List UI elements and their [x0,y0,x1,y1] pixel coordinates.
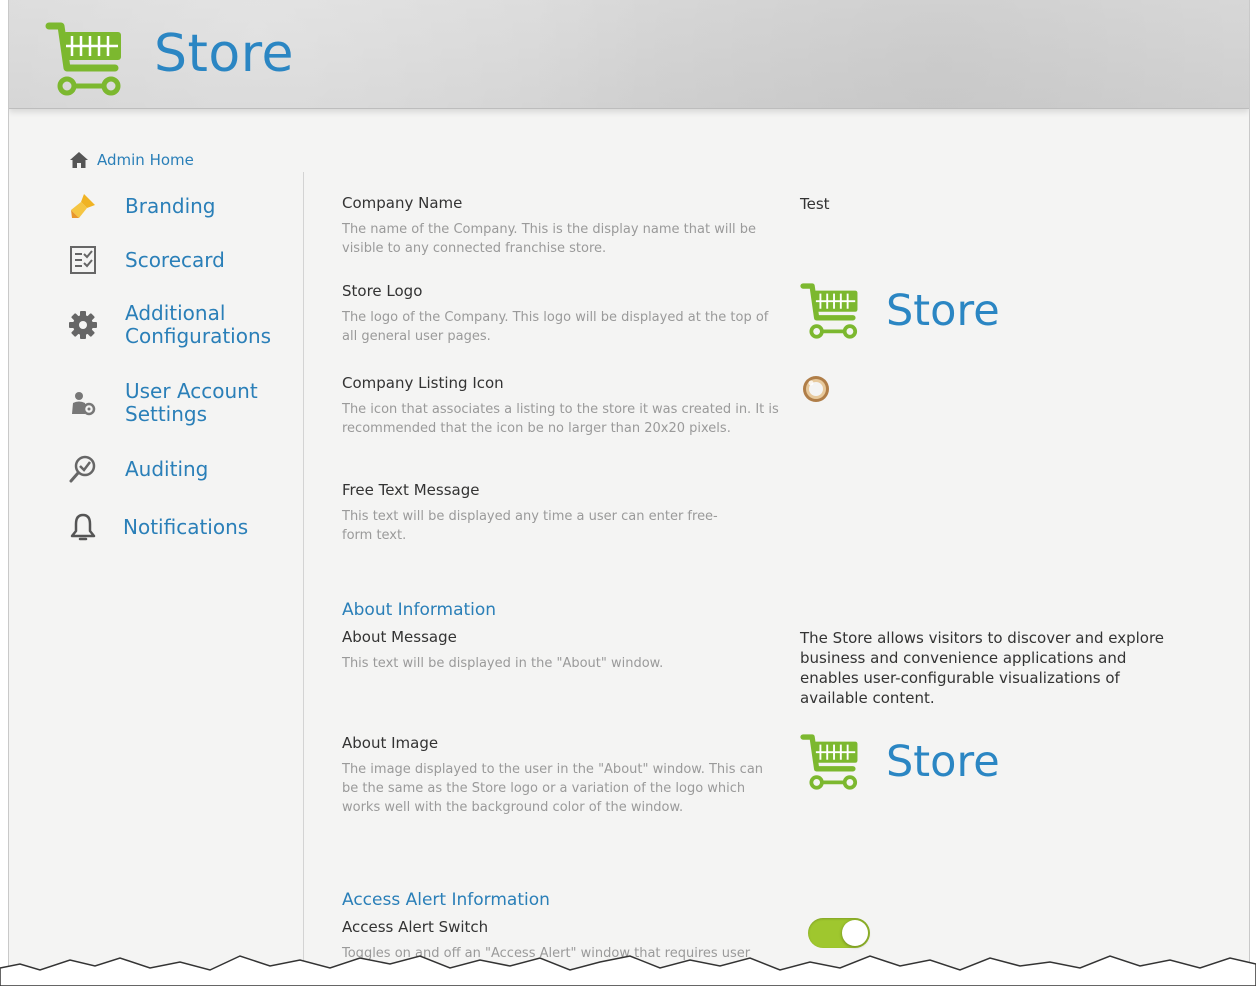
sidebar-item-label: Scorecard [125,247,225,272]
field-description: This text will be displayed in the "Abou… [342,656,664,671]
app-header: Store [9,0,1249,109]
company-name-value[interactable]: Test [800,195,830,213]
field-title: About Image [342,734,439,752]
field-description: The name of the Company. This is the dis… [342,222,757,256]
sidebar-item-user-account-settings[interactable]: User Account Settings [67,380,258,426]
user-settings-icon [67,387,99,419]
free-text-message-field: Free Text Message This text will be disp… [342,481,782,545]
paintbrush-icon [67,190,99,222]
field-description: This text will be displayed any time a u… [342,509,718,543]
logo-wordmark: Store [886,737,1000,787]
scorecard-checklist-icon [67,244,99,276]
sidebar-item-branding[interactable]: Branding [67,190,216,222]
sidebar-item-label: Auditing [125,456,209,481]
field-title: Company Listing Icon [342,374,504,392]
about-image[interactable]: Store [800,731,1000,793]
sidebar-item-label: Additional Configurations [125,301,272,348]
sidebar-item-label: User Account Settings [125,379,258,426]
toggle-knob [842,920,868,946]
shopping-cart-icon [800,283,858,339]
home-icon [70,152,88,168]
store-logo-image[interactable]: Store [800,280,1000,342]
sidebar-item-label: Notifications [123,514,249,539]
sidebar-item-label: Branding [125,193,216,218]
shopping-cart-icon [45,22,121,96]
field-title: Store Logo [342,282,423,300]
field-description: The icon that associates a listing to th… [342,402,779,436]
field-title: Company Name [342,194,463,212]
field-title: About Message [342,628,457,646]
field-title: Access Alert Switch [342,918,489,936]
field-description: The image displayed to the user in the "… [342,762,764,815]
admin-home-label: Admin Home [97,151,194,169]
app-title: Store [154,24,294,84]
bell-icon [67,511,99,543]
logo-wordmark: Store [886,286,1000,336]
shopping-cart-icon [800,734,858,790]
torn-edge-decoration [0,955,1256,986]
sidebar-item-scorecard[interactable]: Scorecard [67,244,225,276]
store-logo-field: Store Logo The logo of the Company. This… [342,282,782,346]
sidebar-item-auditing[interactable]: Auditing [67,453,208,485]
sidebar-divider [303,172,304,986]
listing-ring-icon[interactable] [800,372,832,406]
sidebar-item-notifications[interactable]: Notifications [67,511,248,543]
magnifier-check-icon [67,453,99,485]
about-section-title: About Information [342,600,497,620]
app-window: Store Admin Home Branding Scorecard Addi… [8,0,1250,986]
about-message-value[interactable]: The Store allows visitors to discover an… [800,628,1180,708]
sidebar-item-additional-configurations[interactable]: Additional Configurations [67,302,271,348]
field-description: The logo of the Company. This logo will … [342,310,769,344]
company-listing-icon-field: Company Listing Icon The icon that assoc… [342,374,782,438]
gear-icon [67,309,99,341]
about-message-field: About Message This text will be displaye… [342,628,782,673]
access-alert-section-title: Access Alert Information [342,890,550,910]
admin-home-link[interactable]: Admin Home [69,150,194,170]
field-title: Free Text Message [342,481,480,499]
company-name-field: Company Name The name of the Company. Th… [342,194,782,258]
access-alert-toggle[interactable] [808,918,870,948]
about-image-field: About Image The image displayed to the u… [342,734,782,817]
